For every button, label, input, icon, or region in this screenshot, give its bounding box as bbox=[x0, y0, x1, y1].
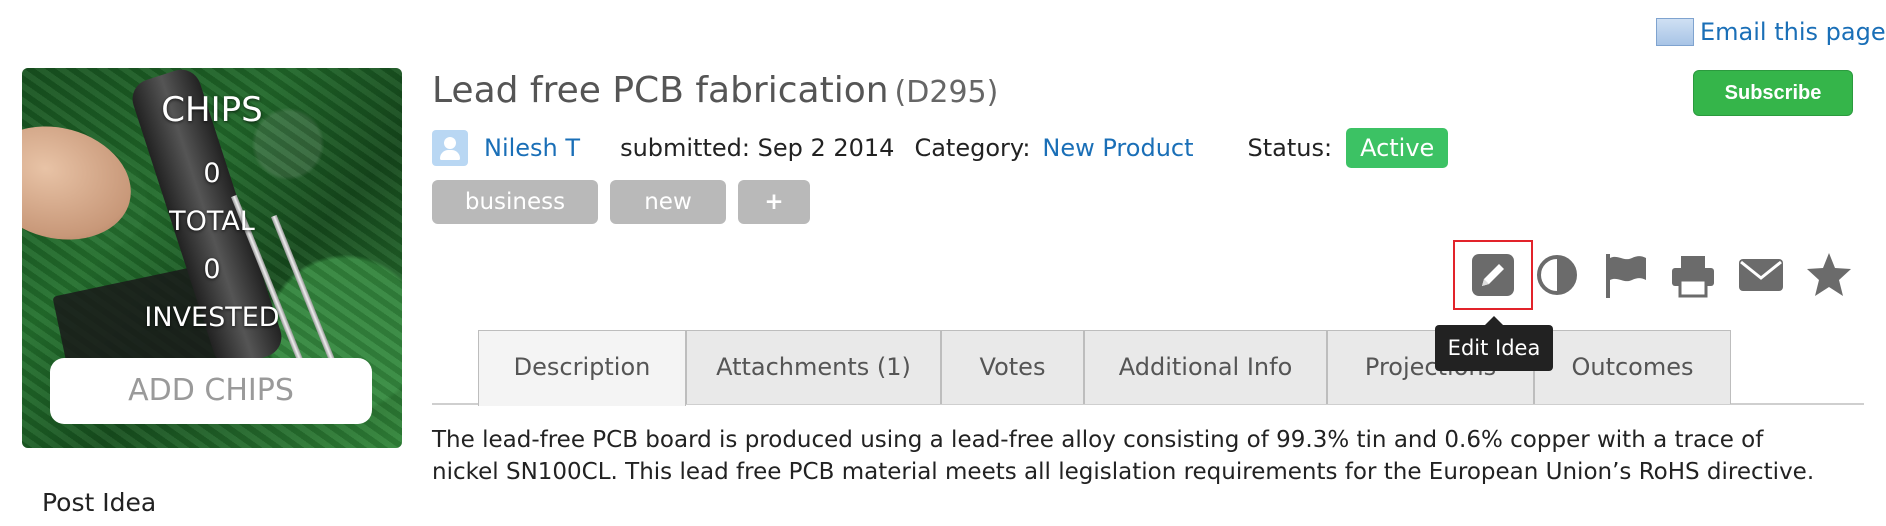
tag-new[interactable]: new bbox=[610, 180, 726, 224]
post-idea-link[interactable]: Post Idea bbox=[42, 488, 156, 517]
idea-code: (D295) bbox=[894, 75, 999, 110]
description-line: The lead-free PCB board is produced usin… bbox=[432, 427, 1764, 453]
idea-title: Lead free PCB fabrication bbox=[432, 70, 889, 111]
tab-additional-info[interactable]: Additional Info bbox=[1084, 330, 1327, 404]
tag-business[interactable]: business bbox=[432, 180, 598, 224]
idea-description: The lead-free PCB board is produced usin… bbox=[432, 424, 1842, 488]
idea-meta: Nilesh T submitted: Sep 2 2014 Category:… bbox=[432, 127, 1449, 169]
status-label: Status: bbox=[1247, 134, 1333, 162]
tab-attachments[interactable]: Attachments (1) bbox=[686, 330, 941, 404]
category-link[interactable]: New Product bbox=[1042, 134, 1193, 162]
print-icon[interactable] bbox=[1668, 250, 1718, 300]
flag-icon[interactable] bbox=[1600, 250, 1650, 300]
pencil-icon[interactable] bbox=[1468, 250, 1518, 300]
chips-invested-value: 0 bbox=[203, 254, 221, 285]
page-title: Lead free PCB fabrication (D295) bbox=[432, 70, 998, 111]
chips-total-label: TOTAL bbox=[169, 206, 255, 237]
tab-votes[interactable]: Votes bbox=[941, 330, 1084, 404]
contrast-icon[interactable] bbox=[1532, 250, 1582, 300]
email-page-label: Email this page bbox=[1700, 18, 1886, 46]
chips-card: CHIPS 0 TOTAL 0 INVESTED ADD CHIPS bbox=[22, 68, 402, 448]
add-chips-button[interactable]: ADD CHIPS bbox=[50, 358, 372, 424]
tab-description[interactable]: Description bbox=[478, 330, 686, 406]
category-label: Category: bbox=[914, 134, 1031, 162]
tab-outcomes[interactable]: Outcomes bbox=[1534, 330, 1731, 404]
description-line: nickel SN100CL. This lead free PCB mater… bbox=[432, 459, 1815, 485]
status-badge: Active bbox=[1346, 128, 1449, 168]
author-link[interactable]: Nilesh T bbox=[484, 134, 580, 162]
tag-list: business new + bbox=[432, 180, 810, 224]
star-icon[interactable] bbox=[1804, 250, 1854, 300]
envelope-icon bbox=[1656, 18, 1694, 46]
chips-title: CHIPS bbox=[161, 90, 263, 130]
edit-idea-tooltip: Edit Idea bbox=[1435, 316, 1553, 371]
submitted-date: submitted: Sep 2 2014 bbox=[620, 134, 895, 162]
email-page-link[interactable]: Email this page bbox=[1656, 18, 1886, 46]
add-tag-button[interactable]: + bbox=[738, 180, 810, 224]
subscribe-button[interactable]: Subscribe bbox=[1693, 70, 1853, 116]
chips-invested-label: INVESTED bbox=[144, 302, 280, 333]
avatar-icon bbox=[432, 130, 468, 166]
envelope-icon[interactable] bbox=[1736, 250, 1786, 300]
chips-total-value: 0 bbox=[203, 158, 221, 189]
